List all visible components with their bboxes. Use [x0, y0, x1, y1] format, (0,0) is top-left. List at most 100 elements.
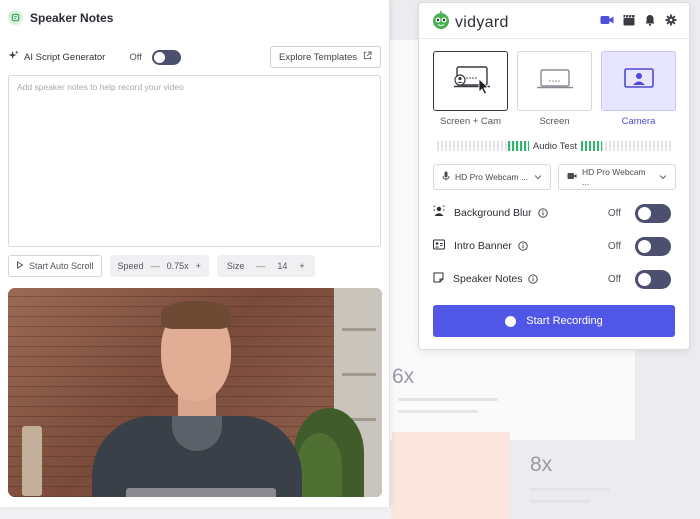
- mode-screen-cam-tile[interactable]: [433, 51, 508, 111]
- start-auto-scroll-button[interactable]: Start Auto Scroll: [8, 255, 102, 277]
- intro-banner-label: Intro Banner: [454, 240, 512, 252]
- size-value: 14: [277, 261, 288, 271]
- speaker-notes-label: Speaker Notes: [453, 273, 523, 285]
- background-line: [398, 398, 498, 401]
- toggle-knob: [638, 272, 651, 286]
- audio-test-meter: Audio Test: [437, 139, 674, 153]
- size-increase-button[interactable]: +: [299, 261, 304, 271]
- mode-label: Camera: [621, 116, 656, 127]
- play-icon: [16, 261, 24, 271]
- background-blur-toggle[interactable]: [635, 203, 671, 223]
- audio-level-right: [581, 141, 674, 151]
- webcam-preview: [8, 288, 382, 497]
- speed-increase-button[interactable]: +: [196, 261, 201, 271]
- speaker-notes-logo-icon: [8, 10, 23, 25]
- video-camera-icon[interactable]: [600, 13, 614, 31]
- person-hair: [161, 301, 231, 329]
- mode-camera-tile[interactable]: [601, 51, 676, 111]
- record-dot-icon: [505, 315, 517, 327]
- info-icon[interactable]: [528, 274, 539, 284]
- camera-person-icon: [622, 66, 656, 97]
- intro-banner-state: Off: [607, 240, 621, 252]
- mode-screen-tile[interactable]: [517, 51, 592, 111]
- info-icon[interactable]: [518, 241, 528, 251]
- size-label: Size: [226, 261, 245, 271]
- speaker-notes-toggle[interactable]: [635, 269, 671, 289]
- audio-test-label: Audio Test: [532, 140, 578, 152]
- lamp: [22, 426, 42, 496]
- intro-banner-toggle[interactable]: [635, 236, 671, 256]
- laptop: [126, 488, 276, 497]
- bell-icon[interactable]: [644, 13, 656, 31]
- background-line: [530, 500, 590, 503]
- mode-screen-cam[interactable]: Screen + Cam: [433, 51, 508, 127]
- speed-value: 0.75x: [166, 261, 189, 271]
- toggle-knob: [153, 51, 165, 63]
- ai-script-state: Off: [129, 51, 142, 63]
- background-blur-label: Background Blur: [454, 207, 532, 219]
- recording-modes: Screen + Cam Screen Camera: [433, 51, 676, 127]
- intro-banner-row: Intro Banner Off: [433, 235, 671, 257]
- speaker-notes-panel: Speaker Notes AI Script Generator Off Ex…: [0, 0, 390, 507]
- start-recording-button[interactable]: Start Recording: [433, 305, 675, 337]
- speaker-notes-row: Speaker Notes Off: [433, 268, 671, 290]
- plant: [297, 433, 342, 497]
- mode-camera[interactable]: Camera: [601, 51, 676, 127]
- header-icons: [600, 13, 677, 31]
- start-recording-label: Start Recording: [526, 315, 603, 327]
- banner-icon: [433, 237, 445, 255]
- recorder-panel: vidyard Screen + Cam Screen Camera Audio…: [418, 2, 691, 350]
- notes-icon: [433, 270, 444, 288]
- notes-controls: Start Auto Scroll Speed — 0.75x + Size —…: [8, 255, 315, 277]
- start-auto-scroll-label: Start Auto Scroll: [29, 261, 94, 271]
- blur-icon: [433, 204, 445, 222]
- shelf-board: [342, 328, 376, 331]
- audio-level-fill: [507, 141, 529, 151]
- background-highlight: [392, 432, 510, 519]
- speaker-notes-state: Off: [607, 273, 621, 285]
- chevron-down-icon: [534, 172, 542, 182]
- microphone-select[interactable]: HD Pro Webcam ...: [433, 164, 551, 190]
- explore-templates-button[interactable]: Explore Templates: [270, 46, 381, 68]
- mode-label: Screen + Cam: [440, 116, 501, 127]
- clapperboard-icon[interactable]: [623, 13, 635, 31]
- size-decrease-button[interactable]: —: [256, 261, 265, 271]
- speed-decrease-button[interactable]: —: [151, 261, 160, 271]
- audio-level-fill: [581, 141, 603, 151]
- background-blur-state: Off: [607, 207, 621, 219]
- sparkle-icon: [8, 48, 19, 66]
- toggle-knob: [638, 206, 651, 220]
- speaker-notes-input[interactable]: [8, 75, 381, 247]
- mode-label: Screen: [539, 116, 570, 127]
- microphone-icon: [442, 171, 450, 183]
- ai-script-label: AI Script Generator: [24, 51, 106, 63]
- ai-script-toggle[interactable]: [151, 49, 181, 65]
- ai-script-row: AI Script Generator Off Explore Template…: [8, 46, 381, 68]
- background-speed-label: 8x: [530, 453, 553, 476]
- microphone-select-value: HD Pro Webcam ...: [455, 172, 529, 182]
- background-speed-label: 6x: [392, 365, 415, 388]
- chevron-down-icon: [659, 172, 667, 182]
- shelf-board: [342, 373, 376, 376]
- mode-screen[interactable]: Screen: [517, 51, 592, 127]
- toggle-knob: [638, 239, 651, 253]
- device-selects: HD Pro Webcam ... HD Pro Webcam ...: [433, 164, 676, 190]
- background-line: [398, 410, 478, 413]
- laptop-screen-icon: [535, 66, 575, 97]
- vidyard-wordmark: vidyard: [455, 13, 509, 31]
- screen-cam-icon: [449, 62, 493, 101]
- camera-select[interactable]: HD Pro Webcam ...: [558, 164, 676, 190]
- camera-select-value: HD Pro Webcam ...: [582, 167, 646, 187]
- speaker-notes-header: Speaker Notes: [8, 10, 113, 25]
- explore-templates-label: Explore Templates: [279, 51, 357, 63]
- recorder-header: vidyard: [419, 3, 691, 39]
- background-line: [530, 488, 610, 491]
- vidyard-logo: vidyard: [431, 10, 509, 35]
- info-icon[interactable]: [537, 208, 548, 218]
- speed-label: Speed: [117, 261, 144, 271]
- background-blur-row: Background Blur Off: [433, 202, 671, 224]
- speaker-notes-title: Speaker Notes: [30, 10, 114, 25]
- video-icon: [567, 172, 577, 182]
- gear-icon[interactable]: [665, 13, 677, 31]
- vidyard-mascot-icon: [431, 10, 451, 35]
